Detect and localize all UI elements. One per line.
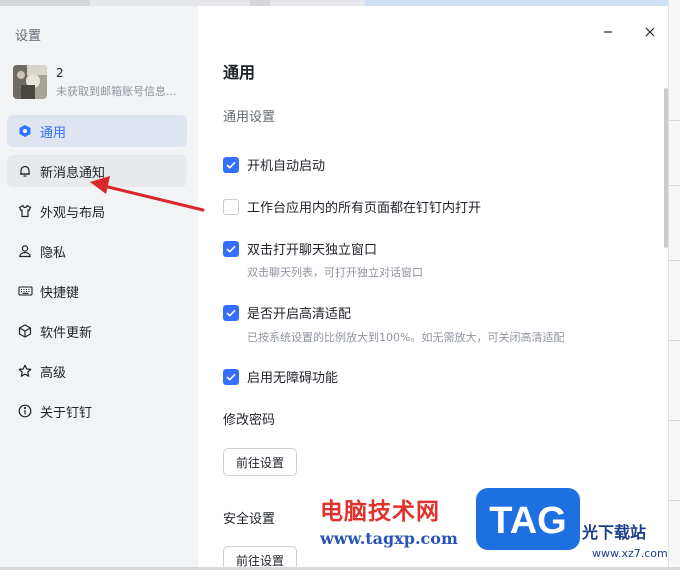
watermark-tag-logo: TAG — [476, 488, 580, 550]
watermark-title: 电脑技术网 — [320, 498, 440, 525]
watermark-url: www.tagxp.com — [320, 529, 458, 548]
watermark-site-url: www.xz7.com — [592, 547, 668, 560]
annotation-arrow — [90, 176, 205, 212]
watermark-site: 光下载站 — [582, 523, 647, 542]
watermark-logo-text: TAG — [489, 500, 566, 542]
